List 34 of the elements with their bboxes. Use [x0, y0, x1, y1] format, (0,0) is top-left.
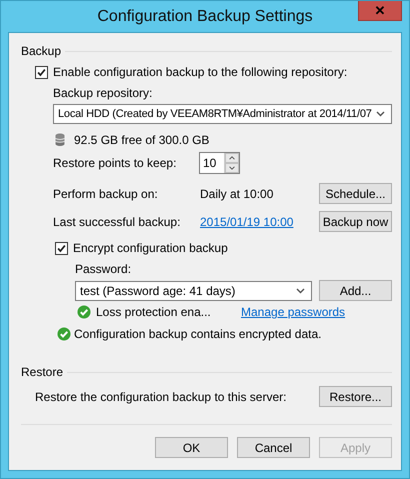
status-text: Loss protection ena... [96, 305, 212, 319]
field-label: Password: [75, 262, 132, 277]
dialog-button[interactable]: OK [155, 437, 228, 458]
close-button[interactable]: ✕ [358, 1, 402, 21]
check-circle-icon [77, 305, 91, 319]
checkbox[interactable] [35, 66, 48, 78]
backup-now-button[interactable]: Backup now [319, 211, 392, 232]
field-label: Last successful backup: [53, 214, 182, 228]
caret-icon [296, 288, 305, 294]
checkbox[interactable] [55, 242, 68, 254]
restore-button[interactable]: Restore... [319, 386, 392, 407]
free-space-text: 92.5 GB free of 300.0 GB [74, 132, 210, 146]
group-title: Backup [21, 44, 62, 58]
repository-dropdown[interactable]: Local HDD (Created by VEEAM8RTM¥Administrator at 2014/11/07 [53, 104, 392, 124]
checkbox-label: Encrypt configuration backup [73, 241, 228, 255]
database-icon [55, 133, 65, 146]
group-title: Restore [21, 365, 64, 379]
last-backup-link[interactable]: 2015/01/19 10:00 [200, 214, 294, 228]
field-label: Backup repository: [53, 86, 154, 101]
checkbox-label: Enable configuration backup to the following repository: [53, 65, 348, 79]
field-label: Restore points to keep: [53, 156, 178, 170]
schedule-value: Daily at 10:00 [200, 186, 274, 200]
field-label: Restore the configuration backup to this server: [35, 390, 288, 404]
password-dropdown[interactable]: test (Password age: 41 days) [75, 280, 312, 300]
status-text: Configuration backup contains encrypted data. [74, 327, 322, 341]
add-button[interactable]: Add... [319, 280, 392, 301]
window-title: Configuration Backup Settings [97, 8, 313, 26]
dialog-button[interactable]: Cancel [237, 437, 310, 458]
restore-points-spinner[interactable]: 10 [199, 152, 240, 174]
check-circle-icon [57, 327, 71, 341]
manage-passwords-link[interactable]: Manage passwords [241, 305, 346, 319]
field-label: Perform backup on: [53, 186, 159, 200]
schedule-button[interactable]: Schedule... [319, 183, 392, 204]
caret-icon [376, 111, 385, 117]
